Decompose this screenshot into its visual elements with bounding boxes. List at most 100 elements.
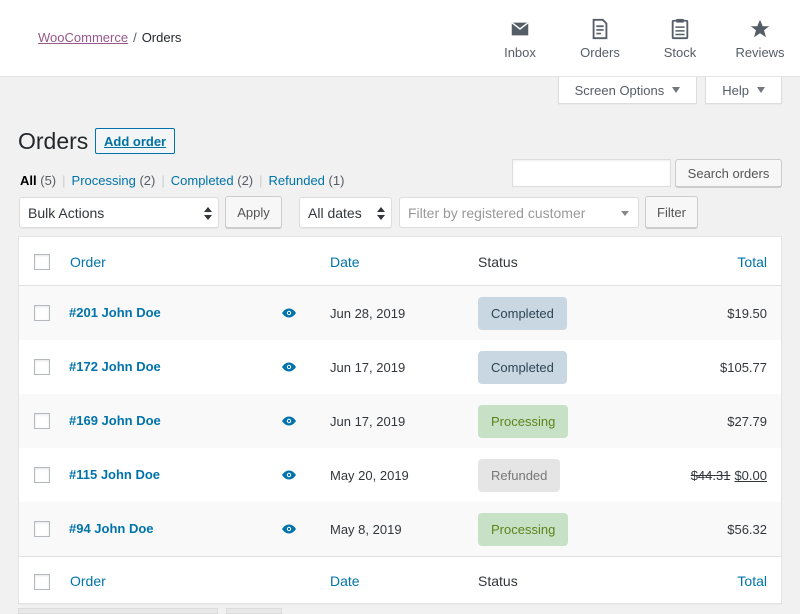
eye-icon[interactable] [281,415,297,427]
divider: | [161,173,165,188]
select-all-checkbox[interactable] [34,574,50,590]
dates-select[interactable]: All dates [299,197,392,228]
order-total: $44.31 $0.00 [691,468,767,483]
refunded-total: $0.00 [734,468,767,483]
eye-icon[interactable] [281,361,297,373]
bottom-apply-button[interactable] [226,608,282,614]
caret-down-icon [621,211,629,216]
status-badge: Refunded [478,459,561,492]
activity-tab-reviews[interactable]: Reviews [720,0,800,77]
order-link[interactable]: #172 John Doe [69,359,161,374]
activity-tab-label: Stock [663,45,697,60]
view-processing[interactable]: Processing [72,173,136,188]
row-checkbox[interactable] [34,305,50,321]
breadcrumb-woocommerce-link[interactable]: WooCommerce [38,30,128,45]
orders-table: Order Date Status Total #201 John Doe Ju… [18,236,782,604]
apply-button[interactable]: Apply [225,196,282,228]
eye-icon[interactable] [281,307,297,319]
bottom-bulk-actions-select[interactable] [18,608,218,614]
column-status: Status [478,573,518,589]
row-checkbox[interactable] [34,359,50,375]
bulk-actions-value: Bulk Actions [28,204,105,221]
table-row[interactable]: #201 John Doe Jun 28, 2019 Completed $19… [19,286,781,340]
view-all-count: (5) [40,173,57,188]
add-order-button[interactable]: Add order [95,128,176,154]
divider: | [62,173,66,188]
table-header: Order Date Status Total [19,237,781,286]
screen-meta-links: Screen Options Help [557,77,782,104]
view-all[interactable]: All [20,173,37,188]
inbox-icon [511,22,529,36]
activity-tab-label: Reviews [735,45,785,60]
row-checkbox[interactable] [34,521,50,537]
status-badge: Processing [478,513,569,546]
activity-tab-label: Inbox [504,45,536,60]
order-total: $56.32 [727,522,767,537]
search-orders-button[interactable]: Search orders [675,159,782,187]
activity-tab-stock[interactable]: Stock [640,0,720,77]
table-row[interactable]: #94 John Doe May 8, 2019 Processing $56.… [19,502,781,556]
table-row[interactable]: #172 John Doe Jun 17, 2019 Completed $10… [19,340,781,394]
order-date: Jun 17, 2019 [330,414,406,429]
column-date-sort[interactable]: Date [330,254,360,270]
caret-down-icon [672,87,681,93]
order-link[interactable]: #94 John Doe [69,521,154,536]
column-status: Status [478,254,518,270]
view-refunded[interactable]: Refunded [269,173,325,188]
activity-tab-orders[interactable]: Orders [560,0,640,77]
column-order-sort[interactable]: Order [70,573,106,589]
column-total-sort[interactable]: Total [737,254,767,270]
column-total-sort[interactable]: Total [737,573,767,589]
order-link[interactable]: #169 John Doe [69,413,161,428]
breadcrumb: WooCommerce / Orders [38,30,181,45]
search-orders-input[interactable] [512,159,671,187]
table-row[interactable]: #169 John Doe Jun 17, 2019 Processing $2… [19,394,781,448]
row-checkbox[interactable] [34,413,50,429]
status-badge: Completed [478,351,567,384]
eye-icon[interactable] [281,523,297,535]
activity-tab-inbox[interactable]: Inbox [480,0,560,77]
filter-button[interactable]: Filter [645,196,698,228]
column-order-sort[interactable]: Order [70,254,106,270]
order-link[interactable]: #201 John Doe [69,305,161,320]
customer-filter-select[interactable]: Filter by registered customer [399,197,639,228]
status-badge: Completed [478,297,567,330]
caret-down-icon [757,87,765,93]
order-total: $105.77 [720,360,767,375]
order-date: May 20, 2019 [330,468,409,483]
status-badge: Processing [478,405,569,438]
select-arrows-icon [377,207,385,220]
clipboard-icon [671,18,689,40]
screen-options-label: Screen Options [574,82,665,98]
row-checkbox[interactable] [34,467,50,483]
table-row[interactable]: #115 John Doe May 20, 2019 Refunded $44.… [19,448,781,502]
breadcrumb-current: Orders [141,30,182,45]
view-completed-count: (2) [237,173,254,188]
page-title: Orders [18,128,89,154]
help-button[interactable]: Help [705,77,782,104]
order-status-views: All (5) | Processing (2) | Completed (2) | Ref… [20,173,344,188]
view-completed[interactable]: Completed [171,173,234,188]
bulk-actions-select[interactable]: Bulk Actions [19,197,219,228]
star-icon [750,19,770,38]
view-refunded-count: (1) [328,173,345,188]
divider: | [259,173,263,188]
order-total: $27.79 [727,414,767,429]
breadcrumb-separator: / [133,30,137,45]
activity-tab-label: Orders [580,45,620,60]
customer-filter-placeholder: Filter by registered customer [408,204,586,221]
order-link[interactable]: #115 John Doe [69,467,160,482]
dates-value: All dates [308,204,362,221]
order-date: Jun 28, 2019 [330,306,406,321]
woocommerce-header: WooCommerce / Orders Inbox Orders Stock Re… [0,0,800,77]
activity-panel-tabs: Inbox Orders Stock Reviews [480,0,800,77]
original-total: $44.31 [690,468,731,483]
order-date: May 8, 2019 [330,522,402,537]
help-label: Help [722,82,749,98]
select-arrows-icon [204,207,212,220]
screen-options-button[interactable]: Screen Options [557,77,698,104]
eye-icon[interactable] [281,469,297,481]
table-footer: Order Date Status Total [19,556,781,603]
select-all-checkbox[interactable] [34,254,50,270]
column-date-sort[interactable]: Date [330,573,360,589]
